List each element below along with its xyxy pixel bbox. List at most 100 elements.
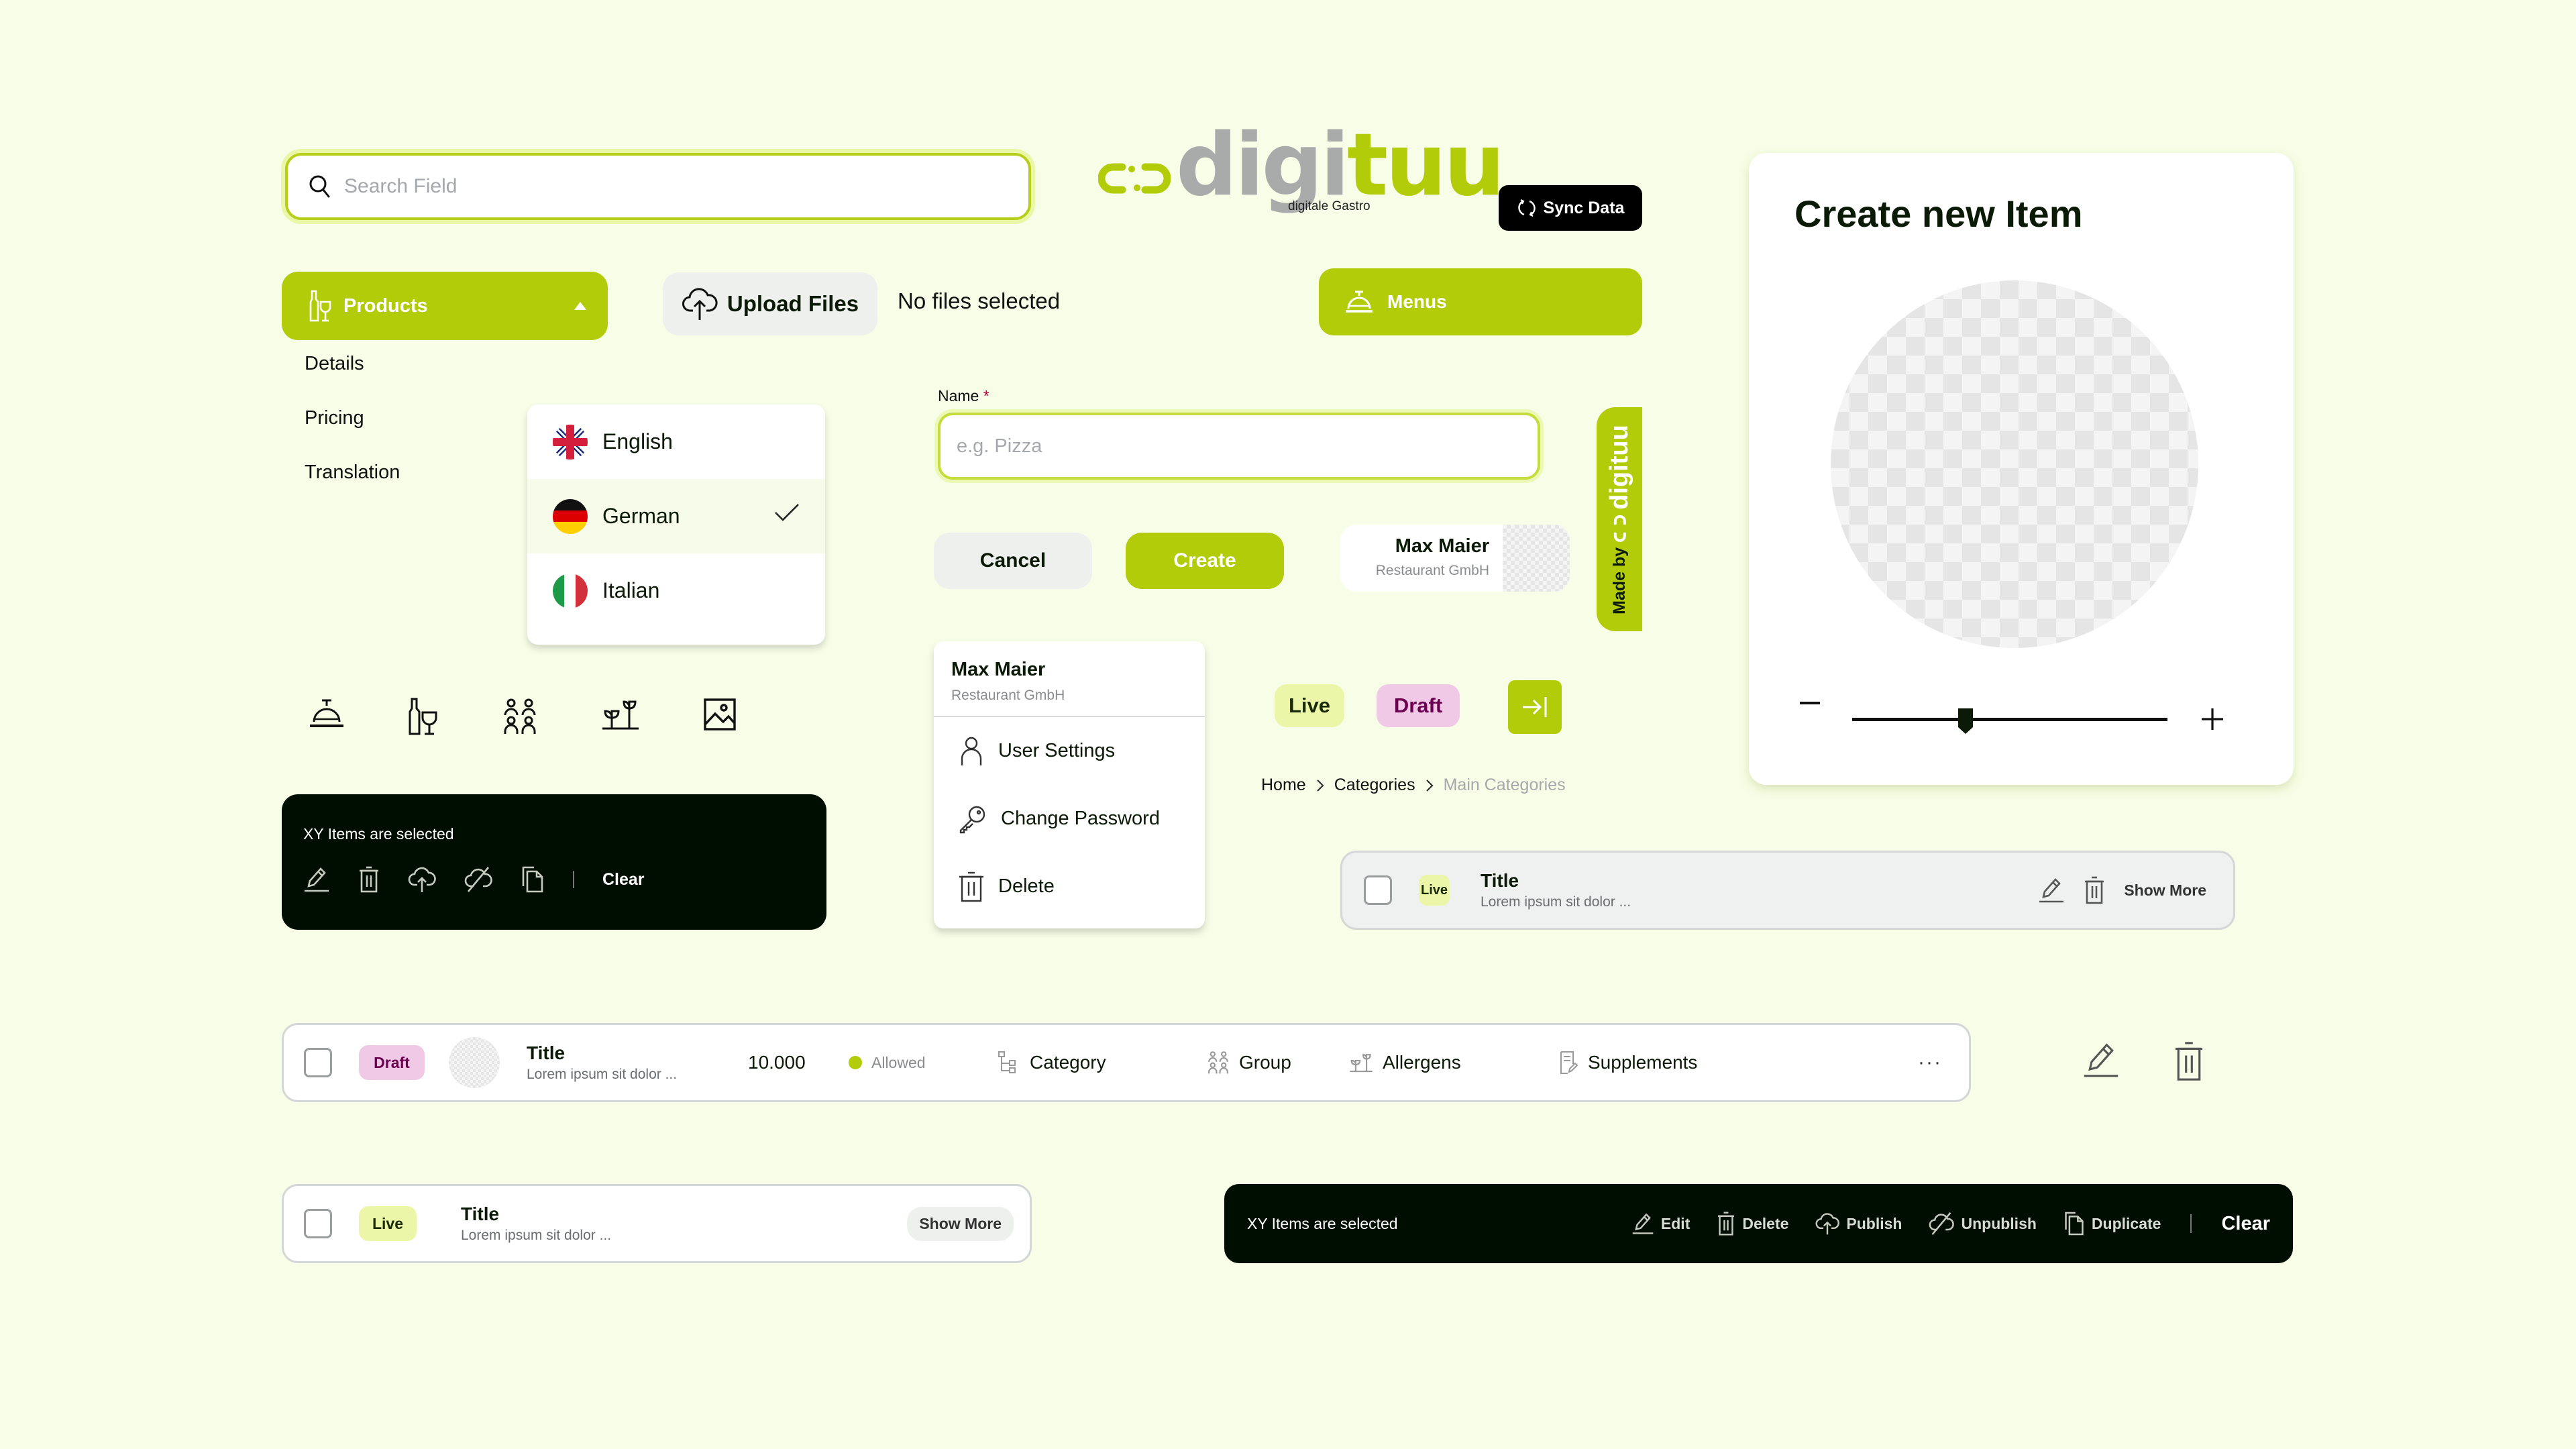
- list-item[interactable]: Live Title Lorem ipsum sit dolor ... Sho…: [1340, 851, 2235, 930]
- collapse-sidebar-button[interactable]: [1508, 680, 1562, 734]
- zoom-slider[interactable]: [1852, 708, 2167, 734]
- caret-up-icon: [573, 301, 588, 311]
- products-menu-toggle[interactable]: Products: [282, 272, 608, 340]
- slider-thumb[interactable]: [1958, 708, 1974, 734]
- sync-data-button[interactable]: Sync Data: [1499, 185, 1642, 231]
- show-more-button[interactable]: Show More: [2124, 881, 2206, 900]
- avatar: [1503, 525, 1570, 592]
- uk-flag-icon: [553, 424, 588, 460]
- unpublish-button[interactable]: Unpublish: [1929, 1212, 2037, 1236]
- chevron-right-icon: [1425, 778, 1434, 793]
- name-input[interactable]: [957, 435, 1507, 458]
- upload-files-button[interactable]: Upload Files: [663, 272, 877, 335]
- key-icon: [958, 804, 987, 834]
- selection-count: XY Items are selected: [1247, 1214, 1398, 1232]
- made-by-tab[interactable]: Made by digituu: [1597, 407, 1642, 631]
- selection-count: XY Items are selected: [303, 825, 454, 843]
- row-checkbox[interactable]: [304, 1209, 332, 1238]
- breadcrumb-home[interactable]: Home: [1261, 775, 1306, 795]
- language-option-german[interactable]: German: [527, 479, 825, 553]
- digituu-logo: digituu digitale Gastro: [1097, 123, 1505, 218]
- allergens-plant-icon: [601, 698, 640, 735]
- checkmark-icon: [774, 503, 800, 522]
- product-price: 10.000: [748, 1052, 806, 1073]
- row-checkbox[interactable]: [304, 1048, 332, 1077]
- edit-icon: [1631, 1212, 1654, 1235]
- made-by-label: Made by: [1609, 547, 1629, 614]
- search-input[interactable]: [344, 175, 948, 198]
- zoom-in-button[interactable]: [2200, 707, 2224, 731]
- edit-icon[interactable]: [2081, 1041, 2121, 1079]
- publish-button[interactable]: Publish: [1815, 1212, 1902, 1236]
- delete-icon[interactable]: [2084, 876, 2105, 904]
- menu-item-label: Delete: [998, 875, 1055, 897]
- show-more-button[interactable]: Show More: [907, 1206, 1014, 1241]
- product-row[interactable]: Draft Title Lorem ipsum sit dolor ... 10…: [282, 1023, 1971, 1102]
- products-menu-label: Products: [343, 294, 428, 317]
- duplicate-icon[interactable]: [521, 866, 545, 893]
- menu-item-label: Change Password: [1001, 808, 1160, 829]
- edit-icon[interactable]: [303, 866, 330, 893]
- row-group[interactable]: Group: [1207, 1051, 1349, 1075]
- search-field[interactable]: [285, 153, 1031, 220]
- clear-selection-button[interactable]: Clear: [2221, 1213, 2270, 1235]
- delete-icon[interactable]: [2174, 1041, 2204, 1081]
- cancel-button[interactable]: Cancel: [934, 533, 1092, 589]
- chain-link-icon: [1098, 162, 1171, 195]
- language-option-italian[interactable]: Italian: [527, 553, 825, 628]
- submenu-item-translation[interactable]: Translation: [305, 462, 400, 484]
- duplicate-button[interactable]: Duplicate: [2063, 1212, 2161, 1236]
- language-option-english[interactable]: English: [527, 405, 825, 479]
- menu-item-delete[interactable]: Delete: [934, 853, 1205, 920]
- delete-button[interactable]: Delete: [1717, 1212, 1788, 1236]
- zoom-out-button[interactable]: [1800, 702, 1820, 704]
- edit-button[interactable]: Edit: [1631, 1212, 1690, 1235]
- edit-icon[interactable]: [2038, 877, 2065, 904]
- row-description: Lorem ipsum sit dolor ...: [527, 1067, 678, 1082]
- submenu-item-details[interactable]: Details: [305, 353, 364, 375]
- breadcrumb-categories[interactable]: Categories: [1334, 775, 1415, 795]
- category-tree-icon: [998, 1051, 1020, 1075]
- group-icon: [502, 698, 538, 735]
- selection-bar-full: XY Items are selected Edit Delete Publis…: [1224, 1184, 2293, 1263]
- service-bell-icon: [1344, 290, 1374, 314]
- arrow-to-right-icon: [1520, 694, 1550, 720]
- row-checkbox[interactable]: [1364, 875, 1392, 905]
- list-item[interactable]: Live Title Lorem ipsum sit dolor ... Sho…: [282, 1184, 1032, 1263]
- image-crop-preview[interactable]: [1831, 280, 2198, 648]
- card-title: Create new Item: [1794, 193, 2083, 235]
- divider: [573, 871, 574, 888]
- publish-icon[interactable]: [408, 866, 436, 893]
- row-title: Title: [461, 1203, 500, 1224]
- product-thumbnail: [449, 1037, 500, 1088]
- user-chip[interactable]: Max Maier Restaurant GmbH: [1340, 525, 1570, 592]
- create-item-card: Create new Item: [1749, 153, 2294, 785]
- trash-icon: [958, 871, 985, 902]
- row-supplements[interactable]: Supplements: [1558, 1051, 1697, 1075]
- row-category[interactable]: Category: [998, 1051, 1207, 1075]
- language-label: German: [602, 504, 680, 528]
- language-dropdown: English German Italian: [527, 405, 825, 645]
- image-icon: [703, 698, 737, 735]
- menu-item-change-password[interactable]: Change Password: [934, 785, 1205, 853]
- name-field[interactable]: [938, 413, 1540, 480]
- upload-status: No files selected: [898, 288, 1061, 313]
- more-options-button[interactable]: ···: [1918, 1051, 1942, 1074]
- allergens-plant-icon: [1349, 1052, 1373, 1073]
- delete-icon[interactable]: [358, 866, 380, 893]
- clear-selection-button[interactable]: Clear: [602, 870, 645, 890]
- group-icon: [1207, 1051, 1230, 1075]
- language-label: Italian: [602, 578, 660, 602]
- logo-wordmark: digituu: [1176, 115, 1505, 215]
- create-button[interactable]: Create: [1126, 533, 1284, 589]
- unpublish-icon[interactable]: [464, 866, 492, 893]
- search-icon: [308, 174, 332, 199]
- menu-item-user-settings[interactable]: User Settings: [934, 717, 1205, 785]
- availability-status: Allowed: [849, 1054, 998, 1072]
- logo-subtitle: digitale Gastro: [1288, 199, 1371, 213]
- bottle-glass-icon: [309, 290, 331, 322]
- status-dot: [849, 1056, 862, 1069]
- submenu-item-pricing[interactable]: Pricing: [305, 407, 364, 429]
- row-allergens[interactable]: Allergens: [1349, 1052, 1558, 1073]
- menus-button[interactable]: Menus: [1319, 268, 1642, 335]
